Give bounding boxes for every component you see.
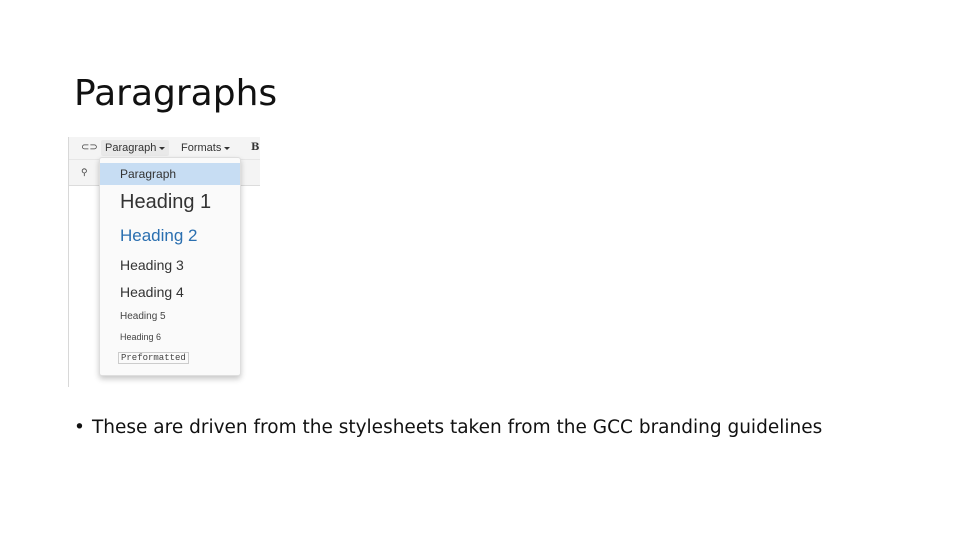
menu-item-heading-6[interactable]: Heading 6 [100,329,240,345]
bullet-item: • These are driven from the stylesheets t… [74,414,822,442]
menu-item-preformatted-label: Preformatted [118,352,189,364]
slide-title: Paragraphs [74,73,278,114]
menu-item-paragraph[interactable]: Paragraph [100,163,240,185]
editor-screenshot: ⊂⊃ Paragraph Formats B ⚲ Paragraph Headi… [68,137,260,387]
paragraph-dropdown-label: Paragraph [105,142,157,154]
formats-dropdown-label: Formats [181,142,222,154]
bullet-text: These are driven from the stylesheets ta… [92,417,823,438]
find-replace-icon[interactable]: ⚲ [81,167,88,178]
formats-dropdown-button[interactable]: Formats [177,140,234,156]
chevron-down-icon [159,146,166,150]
bold-button[interactable]: B [247,140,263,156]
menu-item-heading-2[interactable]: Heading 2 [100,224,240,248]
menu-item-heading-5[interactable]: Heading 5 [100,309,240,325]
menu-item-heading-4[interactable]: Heading 4 [100,282,240,302]
link-icon[interactable]: ⊂⊃ [81,142,98,153]
paragraph-format-menu: Paragraph Heading 1 Heading 2 Heading 3 … [99,157,241,376]
menu-item-heading-3[interactable]: Heading 3 [100,255,240,275]
bullet-icon: • [74,417,85,438]
menu-item-preformatted[interactable]: Preformatted [100,351,240,364]
paragraph-dropdown-button[interactable]: Paragraph [101,140,170,156]
menu-item-heading-1[interactable]: Heading 1 [100,189,240,215]
chevron-down-icon [224,146,231,150]
